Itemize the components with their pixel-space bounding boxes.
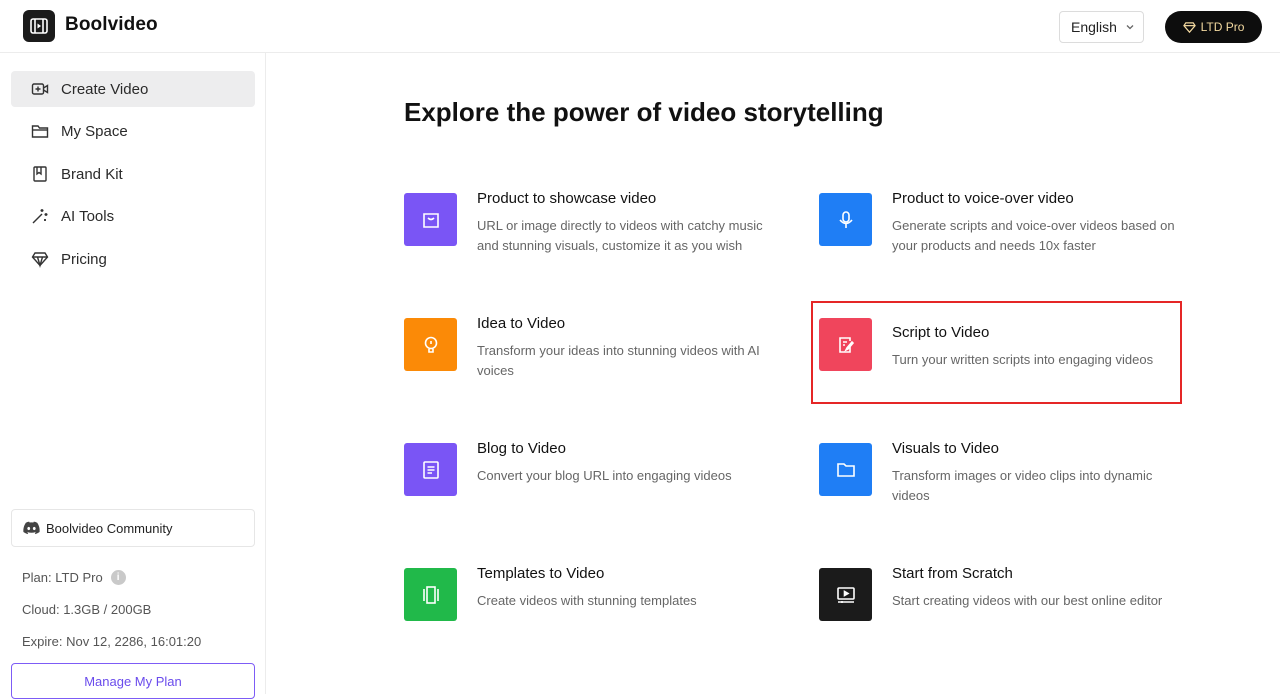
- sidebar: Create Video My Space Brand Kit AI Tools…: [0, 53, 266, 699]
- shopping-bag-icon: [404, 193, 457, 246]
- card-start-from-scratch[interactable]: Start from Scratch Start creating videos…: [819, 565, 1189, 648]
- top-header: Boolvideo English LTD Pro: [0, 0, 1280, 53]
- card-templates-to-video[interactable]: Templates to Video Create videos with st…: [404, 565, 774, 648]
- folder-icon: [31, 125, 49, 138]
- plan-expire: Expire: Nov 12, 2286, 16:01:20: [22, 634, 201, 649]
- card-description: Generate scripts and voice-over videos b…: [892, 218, 1175, 253]
- sidebar-item-my-space[interactable]: My Space: [11, 113, 255, 149]
- card-title: Start from Scratch: [892, 565, 1013, 582]
- page-title: Explore the power of video storytelling: [404, 97, 884, 127]
- card-description: URL or image directly to videos with cat…: [477, 218, 763, 253]
- card-title: Product to voice-over video: [892, 190, 1074, 207]
- card-title: Idea to Video: [477, 315, 566, 332]
- document-icon: [404, 443, 457, 496]
- card-description: Transform your ideas into stunning video…: [477, 343, 760, 378]
- card-product-voice-over[interactable]: Product to voice-over video Generate scr…: [819, 190, 1189, 273]
- info-icon[interactable]: i: [110, 570, 126, 585]
- card-description: Convert your blog URL into engaging vide…: [477, 468, 732, 483]
- video-plus-icon: [31, 83, 49, 95]
- plan-info: Plan: LTD Pro i: [22, 570, 126, 585]
- microphone-icon: [819, 193, 872, 246]
- chevron-down-icon: [1126, 25, 1134, 30]
- sidebar-item-label: Pricing: [61, 250, 107, 268]
- discord-icon: [23, 521, 40, 535]
- card-title: Templates to Video: [477, 565, 605, 582]
- sidebar-item-label: Brand Kit: [61, 165, 123, 183]
- sidebar-item-label: AI Tools: [61, 207, 115, 225]
- community-link[interactable]: Boolvideo Community: [11, 509, 255, 547]
- language-select[interactable]: English: [1059, 11, 1144, 43]
- book-icon: [33, 166, 47, 182]
- language-label: English: [1071, 19, 1117, 35]
- selection-highlight: [811, 301, 1182, 404]
- cloud-usage: Cloud: 1.3GB / 200GB: [22, 602, 151, 617]
- lightbulb-icon: [404, 318, 457, 371]
- magic-wand-icon: [32, 209, 48, 224]
- cloud-label: Cloud: 1.3GB / 200GB: [22, 602, 152, 617]
- diamond-icon: [1182, 21, 1196, 33]
- card-description: Create videos with stunning templates: [477, 593, 697, 608]
- card-description: Transform images or video clips into dyn…: [892, 468, 1153, 503]
- brand-name[interactable]: Boolvideo: [65, 14, 158, 36]
- sidebar-item-ai-tools[interactable]: AI Tools: [11, 198, 255, 234]
- plan-label: Plan: LTD Pro: [22, 570, 103, 585]
- ltd-pro-button[interactable]: LTD Pro: [1165, 11, 1262, 43]
- sidebar-item-label: Create Video: [61, 80, 149, 98]
- boolvideo-logo-icon[interactable]: [23, 10, 55, 42]
- card-visuals-to-video[interactable]: Visuals to Video Transform images or vid…: [819, 440, 1189, 523]
- card-title: Blog to Video: [477, 440, 566, 457]
- expire-label: Expire: Nov 12, 2286, 16:01:20: [22, 634, 202, 649]
- card-title: Visuals to Video: [892, 440, 1000, 457]
- folder-icon: [819, 443, 872, 496]
- card-title: Product to showcase video: [477, 190, 657, 207]
- card-blog-to-video[interactable]: Blog to Video Convert your blog URL into…: [404, 440, 774, 523]
- sidebar-item-pricing[interactable]: Pricing: [11, 241, 255, 277]
- sidebar-item-create-video[interactable]: Create Video: [11, 71, 255, 107]
- community-label: Boolvideo Community: [46, 520, 173, 536]
- sidebar-item-brand-kit[interactable]: Brand Kit: [11, 156, 255, 192]
- editor-screen-icon: [819, 568, 872, 621]
- ltd-pro-label: LTD Pro: [1200, 20, 1245, 34]
- card-idea-to-video[interactable]: Idea to Video Transform your ideas into …: [404, 315, 774, 398]
- card-product-showcase[interactable]: Product to showcase video URL or image d…: [404, 190, 774, 273]
- card-description: Start creating videos with our best onli…: [892, 593, 1163, 608]
- templates-icon: [404, 568, 457, 621]
- sidebar-item-label: My Space: [61, 122, 128, 140]
- diamond-icon: [31, 252, 49, 268]
